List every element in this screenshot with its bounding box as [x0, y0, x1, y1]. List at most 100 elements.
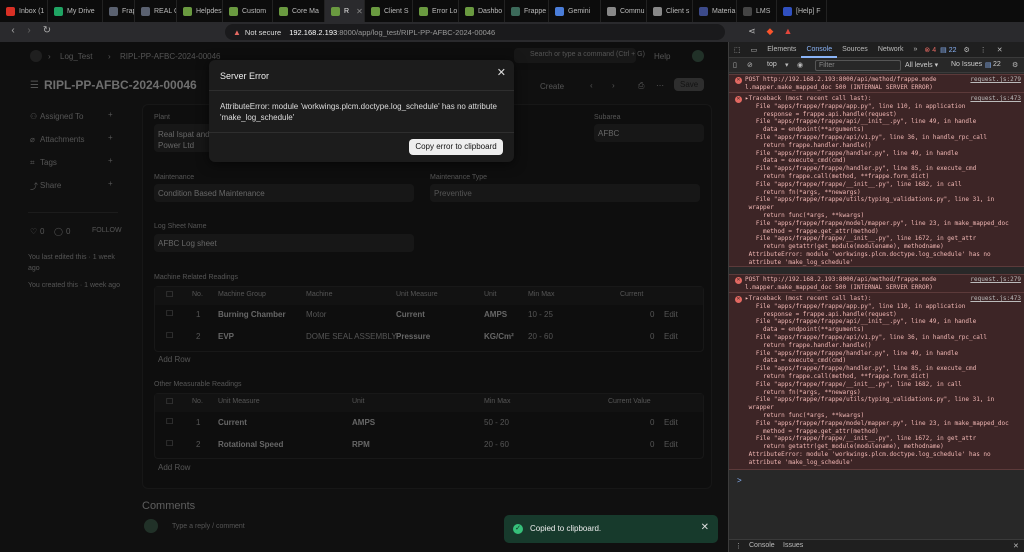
tab-favicon-icon — [6, 6, 15, 16]
tab-elements[interactable]: Elements — [762, 46, 801, 53]
drawer-tab-issues[interactable]: Issues — [783, 542, 803, 549]
clear-console-icon[interactable]: ⊘ — [747, 61, 753, 69]
message-count: 22 — [948, 46, 957, 54]
error-count-badge[interactable]: ⊗ 4 — [922, 46, 938, 54]
more-tabs-icon[interactable]: » — [909, 46, 923, 53]
close-icon[interactable]: ✕ — [497, 66, 506, 79]
traceback-line: return frappe.call(method, **frappe.form… — [745, 173, 930, 180]
tab-favicon-icon — [371, 6, 380, 16]
tab-favicon-icon — [229, 6, 238, 16]
traceback-line: File "apps/frappe/frappe/api/__init__.py… — [745, 318, 977, 326]
drawer-menu-icon[interactable]: ⋮ — [735, 542, 742, 550]
traceback-line: return getattr(get_module(modulename), m… — [745, 443, 944, 451]
devtools-tabs: ⬚ ▭ Elements Console Sources Network » ⊗… — [729, 42, 1024, 58]
settings-icon[interactable]: ⚙ — [958, 46, 974, 54]
browser-tab[interactable]: [Help] F — [777, 0, 827, 22]
traceback-line: data = endpoint(**arguments) — [745, 126, 865, 134]
traceback-line: File "apps/frappe/frappe/api/v1.py", lin… — [745, 134, 988, 141]
post-request-line[interactable]: l.mapper.make_mapped_doc 500 (INTERNAL S… — [745, 284, 933, 292]
traceback-line: File "apps/frappe/frappe/handler.py", li… — [745, 349, 959, 357]
traceback-line: wrapper — [745, 204, 774, 212]
browser-tab[interactable]: LMS — [737, 0, 777, 22]
browser-tab[interactable]: Client s — [647, 0, 693, 22]
traceback-line: ▸Traceback (most recent call last): — [745, 295, 872, 302]
log-levels-dropdown[interactable]: All levels ▾ — [905, 61, 938, 69]
share-icon[interactable]: ⋖ — [746, 26, 758, 38]
traceback-line: return fn(*args, **newargs) — [745, 388, 861, 396]
reload-icon[interactable]: ↻ — [38, 25, 56, 36]
source-link[interactable]: request.js:279 — [970, 76, 1021, 83]
source-link[interactable]: request.js:473 — [970, 95, 1021, 102]
tab-network[interactable]: Network — [873, 46, 909, 53]
toast-notification: ✓ Copied to clipboard. ✕ — [504, 515, 718, 543]
tab-sources[interactable]: Sources — [837, 46, 873, 53]
tab-console[interactable]: Console — [801, 42, 838, 58]
browser-tab[interactable]: Helpdes — [177, 0, 223, 22]
drawer-close-icon[interactable]: ✕ — [1013, 542, 1019, 550]
post-request-line[interactable]: POST http://192.168.2.193:8000/api/metho… — [745, 276, 936, 284]
tab-close-icon[interactable]: ✕ — [356, 7, 363, 16]
browser-tab[interactable]: Frappe — [505, 0, 549, 22]
traceback-line: method = frappe.get_attr(method) — [745, 227, 879, 235]
devtools-drawer-tabs: ⋮ Console Issues ✕ — [729, 539, 1024, 552]
browser-tab[interactable]: REAL Gr — [135, 0, 177, 22]
sidebar-toggle-icon[interactable]: ▯ — [733, 61, 737, 69]
post-request-line[interactable]: POST http://192.168.2.193:8000/api/metho… — [745, 76, 936, 84]
tab-favicon-icon — [555, 6, 564, 16]
traceback-line: return func(*args, **kwargs) — [745, 212, 865, 219]
traceback-line: File "apps/frappe/frappe/utils/typing_va… — [745, 396, 995, 404]
inspect-icon[interactable]: ⬚ — [729, 46, 746, 54]
source-link[interactable]: request.js:473 — [970, 295, 1021, 302]
copy-error-button[interactable]: Copy error to clipboard — [409, 139, 503, 155]
tab-label: Client s — [666, 7, 690, 15]
eye-icon[interactable]: ◉ — [797, 61, 803, 69]
console-settings-icon[interactable]: ⚙ — [1012, 61, 1018, 69]
rewards-icon[interactable]: ▲ — [782, 26, 794, 38]
traceback-line: File "apps/frappe/frappe/handler.py", li… — [745, 365, 977, 373]
browser-tab[interactable]: Materia — [693, 0, 737, 22]
browser-tab[interactable]: Inbox (1 — [0, 0, 48, 22]
browser-tab[interactable]: Gemini — [549, 0, 601, 22]
source-link[interactable]: request.js:279 — [970, 276, 1021, 283]
drawer-tab-console[interactable]: Console — [749, 542, 775, 549]
forward-icon[interactable]: › — [20, 25, 38, 36]
toast-close-icon[interactable]: ✕ — [701, 522, 709, 533]
browser-tab[interactable]: Core Ma — [273, 0, 325, 22]
message-count-badge[interactable]: ▤ 22 — [938, 46, 958, 54]
console-prompt[interactable]: > — [737, 476, 742, 485]
error-icon: ✕ — [735, 77, 742, 84]
browser-tab[interactable]: Client S — [365, 0, 413, 22]
console-error-entry: ✕ POST http://192.168.2.193:8000/api/meth… — [729, 274, 1024, 470]
filter-placeholder: Filter — [819, 62, 835, 69]
browser-tab[interactable]: Error Lo — [413, 0, 459, 22]
browser-tab[interactable]: Frappe — [103, 0, 135, 22]
traceback-line: File "apps/frappe/frappe/app.py", line 1… — [745, 302, 966, 310]
tab-label: Dashbo — [478, 7, 503, 15]
browser-tab[interactable]: Dashbo — [459, 0, 505, 22]
post-request-line[interactable]: l.mapper.make_mapped_doc 500 (INTERNAL S… — [745, 84, 933, 92]
traceback-line: attribute 'make_log_schedule' — [745, 458, 854, 466]
traceback-line: return getattr(get_module(modulename), m… — [745, 243, 944, 251]
traceback-line: data = execute_cmd(cmd) — [745, 157, 847, 165]
browser-tab[interactable]: My Drive — [48, 0, 103, 22]
security-label: Not secure — [244, 27, 282, 37]
browser-tab[interactable]: R ✕ — [325, 0, 365, 22]
issues-label[interactable]: No Issues — [951, 61, 982, 68]
tab-favicon-icon — [54, 6, 63, 16]
tab-label: Custom — [242, 7, 267, 15]
tab-favicon-icon — [419, 6, 428, 16]
browser-tab[interactable]: Custom — [223, 0, 273, 22]
traceback-line: File "apps/frappe/frappe/model/mapper.py… — [745, 419, 1009, 427]
brave-shield-icon[interactable]: ◆ — [764, 26, 776, 38]
console-filter-input[interactable]: Filter — [815, 60, 901, 71]
browser-tab[interactable]: Commu — [601, 0, 647, 22]
dialog-title: Server Error — [220, 71, 270, 81]
device-toolbar-icon[interactable]: ▭ — [746, 46, 763, 54]
browser-tab-bar: Inbox (1 My Drive Frappe REAL Gr Helpdes Cust… — [0, 0, 1024, 22]
traceback-line: File "apps/frappe/frappe/model/mapper.py… — [745, 219, 1009, 227]
context-selector[interactable]: top — [767, 61, 777, 68]
devtools-menu-icon[interactable]: ⋮ — [975, 46, 992, 54]
devtools-close-icon[interactable]: ✕ — [992, 46, 1008, 54]
traceback-line: return func(*args, **kwargs) — [745, 412, 865, 419]
url-field[interactable]: ▲ Not secure 192.168.2.193:8000/app/log_… — [225, 24, 725, 40]
